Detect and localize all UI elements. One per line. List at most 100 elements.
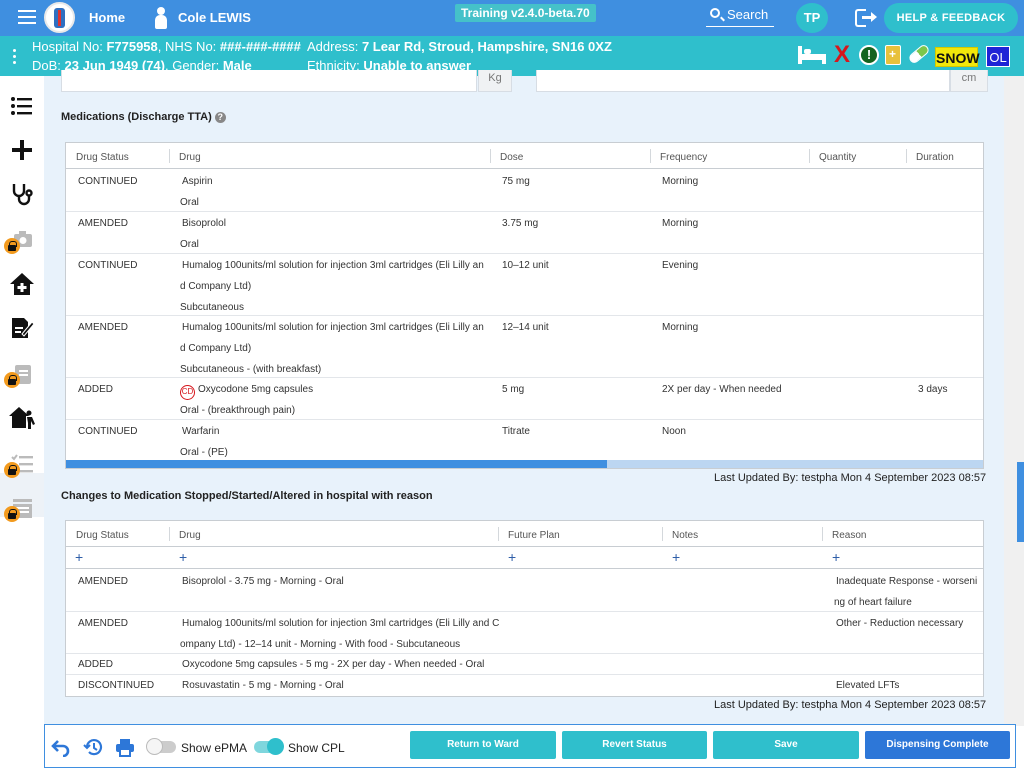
clipboard-locked-icon[interactable] [4,360,36,388]
table-row[interactable]: ADDED Oxycodone 5mg capsules - 5 mg - 2X… [66,654,983,675]
allergy-x-icon[interactable]: X [832,43,852,67]
vertical-scrollbar-thumb[interactable] [1017,462,1024,542]
col-drug-status[interactable]: Drug Status [76,530,129,541]
col-notes[interactable]: Notes [672,530,698,541]
drug-status: CONTINUED [78,260,138,271]
nhs-no: ###-###-#### [219,39,301,54]
patient-name[interactable]: Cole LEWIS [178,10,251,25]
patient-identifiers: Hospital No: F775958, NHS No: ###-###-##… [32,39,301,54]
add-reason-button[interactable]: + [832,549,840,565]
drug-duration: 3 days [918,384,948,395]
more-options-icon[interactable] [13,49,17,67]
revert-status-button[interactable]: Revert Status [562,731,707,759]
table-row[interactable]: CONTINUED Warfarin Oral - (PE) Titrate N… [66,420,983,460]
search-button[interactable]: Search [706,5,774,27]
horizontal-scrollbar[interactable] [66,460,983,468]
drug-name: Aspirin [182,176,213,187]
medications-section-title: Medications (Discharge TTA)? [61,111,226,123]
drug-status: CONTINUED [78,176,138,187]
checklist-locked-icon[interactable] [4,450,36,478]
change-drug-cont: ompany Ltd) - 12–14 unit - Morning - Wit… [180,639,461,650]
col-frequency[interactable]: Frequency [660,152,707,163]
table-row[interactable]: CONTINUED Aspirin Oral 75 mg Morning [66,170,983,212]
add-notes-button[interactable]: + [672,549,680,565]
home-care-icon[interactable] [8,270,36,298]
changes-grid: Drug Status Drug Future Plan Notes Reaso… [65,520,984,697]
col-dose[interactable]: Dose [500,152,523,163]
drug-status: AMENDED [78,218,129,229]
drug-frequency: Morning [662,176,699,187]
drug-frequency: Morning [662,322,699,333]
edit-notes-icon[interactable] [8,314,36,342]
table-row[interactable]: DISCONTINUED Rosuvastatin - 5 mg - Morni… [66,675,983,697]
col-future-plan[interactable]: Future Plan [508,530,560,541]
history-icon[interactable] [83,737,103,757]
vertical-scrollbar[interactable] [1004,76,1024,726]
col-drug[interactable]: Drug [179,530,201,541]
add-status-button[interactable]: + [75,549,83,565]
table-row[interactable]: AMENDED Bisoprolol Oral 3.75 mg Morning [66,212,983,254]
logout-icon[interactable] [855,9,877,27]
col-duration[interactable]: Duration [916,152,954,163]
camera-locked-icon[interactable] [4,226,36,254]
changes-last-updated: Last Updated By: testpha Mon 4 September… [714,699,987,711]
snow-badge[interactable]: SNOW [935,47,980,67]
change-status: AMENDED [78,618,129,629]
add-filter-row: + + + + + [66,547,983,569]
height-input[interactable] [536,70,950,92]
table-row[interactable]: AMENDED Humalog 100units/ml solution for… [66,612,983,654]
nhs-no-label: NHS No: [165,39,217,54]
add-icon[interactable] [8,136,36,164]
change-status: AMENDED [78,576,129,587]
clinical-document-icon[interactable] [885,45,901,65]
col-drug-status[interactable]: Drug Status [76,152,129,163]
weight-input[interactable] [61,70,477,92]
top-navigation-bar: Home Cole LEWIS Training v2.4.0-beta.70 … [0,0,1024,36]
drug-route: Subcutaneous [180,302,244,313]
alert-exclamation-icon[interactable]: ! [859,45,879,65]
discharge-icon[interactable] [8,404,36,432]
main-content: Kg cm Medications (Discharge TTA)? Drug … [44,70,1004,726]
show-epma-toggle[interactable] [146,738,176,755]
table-row[interactable]: AMENDED Bisoprolol - 3.75 mg - Morning -… [66,570,983,612]
table-row[interactable]: ADDED CD Oxycodone 5mg capsules Oral - (b… [66,378,983,420]
help-icon[interactable]: ? [214,112,226,123]
table-row[interactable]: AMENDED Humalog 100units/ml solution for… [66,316,983,378]
drug-name-cont: d Company Ltd) [180,281,252,292]
dispensing-complete-button[interactable]: Dispensing Complete [865,731,1010,759]
print-icon[interactable] [115,737,135,757]
change-status: ADDED [78,659,114,670]
ol-badge[interactable]: OL [986,46,1010,67]
add-future-plan-button[interactable]: + [508,549,516,565]
drug-route: Oral [180,239,199,250]
col-quantity[interactable]: Quantity [819,152,856,163]
save-button[interactable]: Save [713,731,859,759]
home-link[interactable]: Home [89,10,125,25]
col-drug[interactable]: Drug [179,152,201,163]
version-badge: Training v2.4.0-beta.70 [455,4,596,22]
app-logo[interactable] [44,2,75,33]
drug-dose: 12–14 unit [502,322,549,333]
return-to-ward-button[interactable]: Return to Ward [410,731,556,759]
table-row[interactable]: CONTINUED Humalog 100units/ml solution f… [66,254,983,316]
drug-route: Oral - (breakthrough pain) [180,405,296,416]
lock-icon [4,462,20,478]
add-drug-button[interactable]: + [179,549,187,565]
weight-unit: Kg [478,70,512,92]
col-reason[interactable]: Reason [832,530,866,541]
user-avatar[interactable]: TP [796,3,828,33]
show-cpl-toggle[interactable] [254,738,284,755]
help-feedback-button[interactable]: HELP & FEEDBACK [884,3,1018,33]
stethoscope-icon[interactable] [8,180,36,208]
hamburger-menu-icon[interactable] [18,10,36,26]
hospital-no: F775958 [106,39,158,54]
change-drug: Rosuvastatin - 5 mg - Morning - Oral [182,680,344,691]
drug-frequency: Morning [662,218,699,229]
scrollbar-thumb[interactable] [66,460,608,468]
undo-icon[interactable] [51,737,71,758]
drug-frequency: 2X per day - When needed [662,384,782,395]
controlled-drug-icon: CD [180,385,195,400]
report-locked-icon[interactable] [4,494,36,522]
list-icon[interactable] [8,92,36,120]
bed-icon[interactable] [798,46,826,64]
